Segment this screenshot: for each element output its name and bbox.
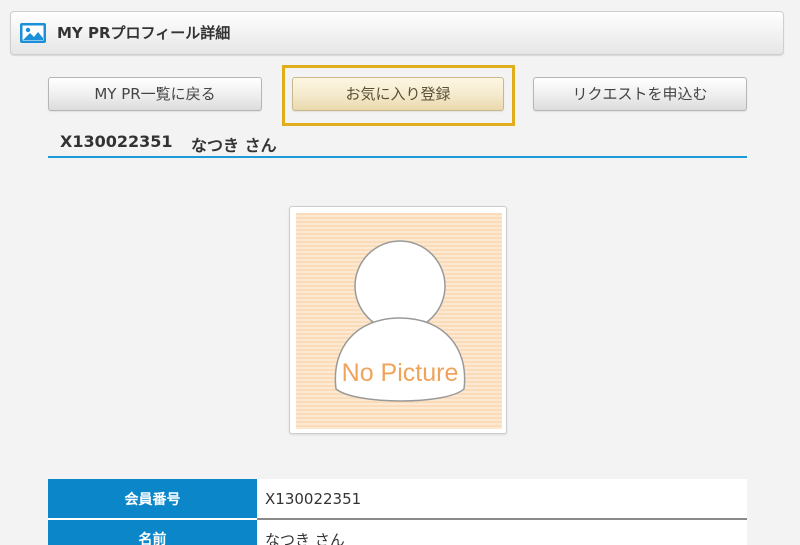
member-name: なつき さん — [191, 136, 277, 155]
table-value-member-number: X130022351 — [257, 479, 747, 520]
back-to-list-button[interactable]: MY PR一覧に戻る — [48, 77, 262, 111]
table-row: 会員番号 X130022351 — [48, 479, 747, 520]
page-title: MY PRプロフィール詳細 — [57, 24, 231, 42]
table-label-member-number: 会員番号 — [48, 479, 257, 520]
table-label-name: 名前 — [48, 519, 257, 545]
add-favorite-button[interactable]: お気に入り登録 — [292, 77, 504, 111]
member-id: X130022351 — [60, 132, 173, 151]
member-heading: X130022351 なつき さん — [48, 126, 747, 158]
member-info-table: 会員番号 X130022351 名前 なつき さん — [48, 479, 747, 545]
no-picture-label: No Picture — [342, 359, 459, 387]
table-row: 名前 なつき さん — [48, 519, 747, 545]
profile-photo: No Picture — [289, 206, 507, 434]
request-button[interactable]: リクエストを申込む — [533, 77, 747, 111]
page-header: MY PRプロフィール詳細 — [10, 11, 784, 55]
avatar-placeholder-icon: No Picture — [296, 213, 502, 429]
table-value-name: なつき さん — [257, 519, 747, 545]
image-icon — [20, 23, 46, 43]
